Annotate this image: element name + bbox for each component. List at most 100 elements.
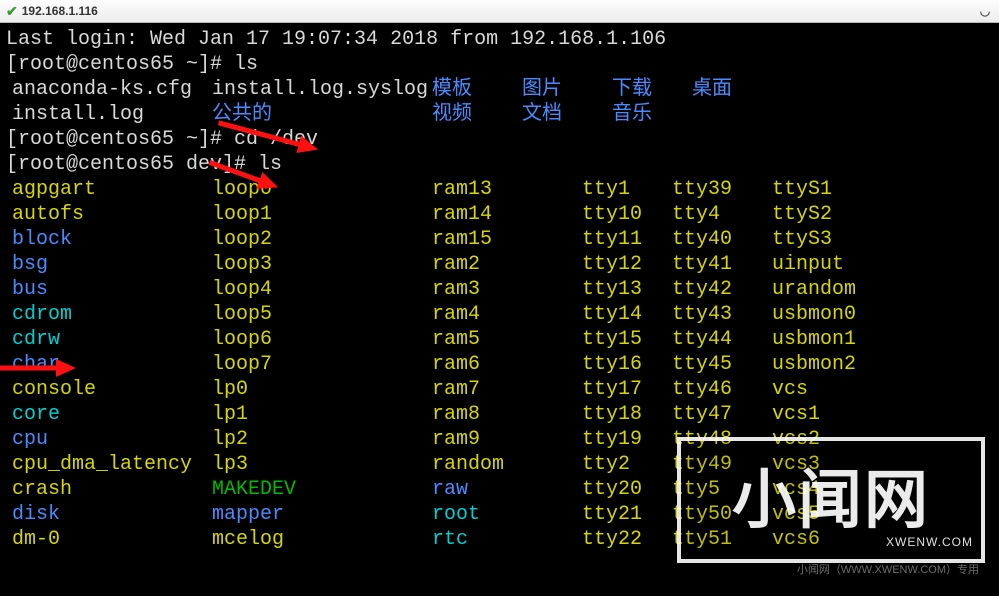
ls-entry: tty44 xyxy=(672,327,732,352)
title-host: 192.168.1.116 xyxy=(22,4,98,18)
ls-entry: dm-0 xyxy=(12,527,60,552)
ls-entry: tty39 xyxy=(672,177,732,202)
terminal-line: Last login: Wed Jan 17 19:07:34 2018 fro… xyxy=(6,27,993,52)
ls-entry: loop4 xyxy=(212,277,272,302)
ls-entry: raw xyxy=(432,477,468,502)
ls-entry: 音乐 xyxy=(612,102,652,127)
ls-entry: ram5 xyxy=(432,327,480,352)
ls-entry: 公共的 xyxy=(212,102,272,127)
ls-entry: tty51 xyxy=(672,527,732,552)
ls-entry: tty4 xyxy=(672,202,720,227)
ls-entry: mcelog xyxy=(212,527,284,552)
ls-entry: tty21 xyxy=(582,502,642,527)
ls-entry: ram6 xyxy=(432,352,480,377)
terminal-line: consolelp0ram7tty17tty46vcs xyxy=(6,377,993,402)
ls-entry: tty43 xyxy=(672,302,732,327)
ls-entry: loop0 xyxy=(212,177,272,202)
ls-entry: vcs3 xyxy=(772,452,820,477)
ls-entry: anaconda-ks.cfg xyxy=(12,77,192,102)
terminal-line: autofsloop1ram14tty10tty4ttyS2 xyxy=(6,202,993,227)
ls-entry: tty11 xyxy=(582,227,642,252)
terminal-line: cdromloop5ram4tty14tty43usbmon0 xyxy=(6,302,993,327)
terminal-line: install.log 公共的 视频 文档 音乐 xyxy=(6,102,993,127)
ls-entry: cpu_dma_latency xyxy=(12,452,192,477)
ls-entry: tty22 xyxy=(582,527,642,552)
ls-entry: rtc xyxy=(432,527,468,552)
ls-entry: urandom xyxy=(772,277,856,302)
ls-entry: lp2 xyxy=(212,427,248,452)
ls-entry: ram14 xyxy=(432,202,492,227)
ls-entry: ram2 xyxy=(432,252,480,277)
ls-entry: tty49 xyxy=(672,452,732,477)
terminal-line: disk mapper root tty21 tty50 vcs5 xyxy=(6,502,993,527)
terminal-line: blockloop2ram15tty11tty40ttyS3 xyxy=(6,227,993,252)
terminal-line: cpu_dma_latencylp3randomtty2tty49vcs3 xyxy=(6,452,993,477)
ls-entry: loop5 xyxy=(212,302,272,327)
ls-entry: tty10 xyxy=(582,202,642,227)
ls-entry: tty42 xyxy=(672,277,732,302)
connected-icon: ✔ xyxy=(6,3,18,20)
ls-entry: tty40 xyxy=(672,227,732,252)
ls-entry: tty41 xyxy=(672,252,732,277)
terminal-line: cpulp2ram9tty19tty48vcs2 xyxy=(6,427,993,452)
ls-entry: 图片 xyxy=(522,77,562,102)
terminal-line: [root@centos65 ~]# ls xyxy=(6,52,993,77)
terminal-line: anaconda-ks.cfginstall.log.syslog模板图片下载桌… xyxy=(6,77,993,102)
ls-entry: lp0 xyxy=(212,377,248,402)
ls-entry: root xyxy=(432,502,480,527)
ls-entry: uinput xyxy=(772,252,844,277)
ls-entry: 文档 xyxy=(522,102,562,127)
ls-entry: console xyxy=(12,377,96,402)
ls-entry: loop3 xyxy=(212,252,272,277)
ls-entry: tty16 xyxy=(582,352,642,377)
ls-entry: tty17 xyxy=(582,377,642,402)
ls-entry: tty2 xyxy=(582,452,630,477)
ls-entry: tty13 xyxy=(582,277,642,302)
ls-entry: loop6 xyxy=(212,327,272,352)
ls-entry: tty15 xyxy=(582,327,642,352)
ls-entry: tty12 xyxy=(582,252,642,277)
ls-entry: 视频 xyxy=(432,102,472,127)
ls-entry: ttyS1 xyxy=(772,177,832,202)
terminal-line: [root@centos65 dev]# ls xyxy=(6,152,993,177)
ls-entry: mapper xyxy=(212,502,284,527)
ls-entry: core xyxy=(12,402,60,427)
ls-entry: tty1 xyxy=(582,177,630,202)
ls-entry: loop2 xyxy=(212,227,272,252)
terminal-line: [root@centos65 ~]# cd /dev xyxy=(6,127,993,152)
ls-entry: disk xyxy=(12,502,60,527)
ls-entry: ram8 xyxy=(432,402,480,427)
ls-entry: usbmon2 xyxy=(772,352,856,377)
terminal-line: cdrwloop6ram5tty15tty44usbmon1 xyxy=(6,327,993,352)
ls-entry: install.log xyxy=(12,102,144,127)
terminal-line: core lp1 ram8 tty18 tty47 vcs1 xyxy=(6,402,993,427)
terminal-line: agpgartloop0ram13tty1tty39ttyS1 xyxy=(6,177,993,202)
minimize-icon[interactable]: ◡ xyxy=(975,4,995,18)
ls-entry: ttyS3 xyxy=(772,227,832,252)
ls-entry: lp3 xyxy=(212,452,248,477)
ls-entry: bsg xyxy=(12,252,48,277)
ls-entry: tty18 xyxy=(582,402,642,427)
ls-entry: loop7 xyxy=(212,352,272,377)
ls-entry: 模板 xyxy=(432,77,472,102)
ls-entry: vcs xyxy=(772,377,808,402)
ls-entry: vcs5 xyxy=(772,502,820,527)
ls-entry: tty50 xyxy=(672,502,732,527)
ls-entry: install.log.syslog xyxy=(212,77,428,102)
ls-entry: usbmon0 xyxy=(772,302,856,327)
ls-entry: block xyxy=(12,227,72,252)
ls-entry: 桌面 xyxy=(692,77,732,102)
ls-entry: lp1 xyxy=(212,402,248,427)
ls-entry: usbmon1 xyxy=(772,327,856,352)
ls-entry: char xyxy=(12,352,60,377)
terminal[interactable]: Last login: Wed Jan 17 19:07:34 2018 fro… xyxy=(0,23,999,596)
ls-entry: ram13 xyxy=(432,177,492,202)
ls-entry: tty47 xyxy=(672,402,732,427)
ls-entry: loop1 xyxy=(212,202,272,227)
ls-entry: ram9 xyxy=(432,427,480,452)
ls-entry: vcs1 xyxy=(772,402,820,427)
ls-entry: ram4 xyxy=(432,302,480,327)
ls-entry: cpu xyxy=(12,427,48,452)
ls-entry: tty5 xyxy=(672,477,720,502)
ls-entry: ram3 xyxy=(432,277,480,302)
